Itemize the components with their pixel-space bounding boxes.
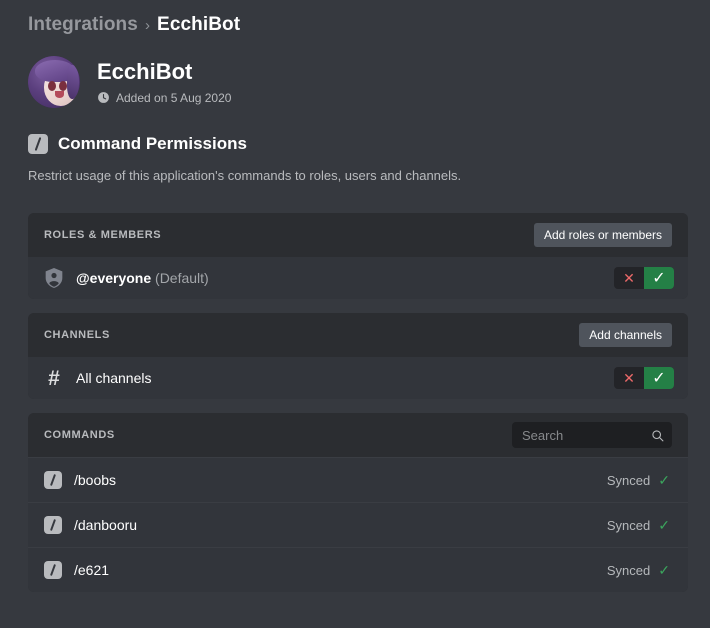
command-permissions-heading: Command Permissions [28,134,688,154]
sync-status-text: Synced [606,562,651,578]
permission-toggle[interactable]: ✕ ✓ [614,367,674,389]
app-name: EcchiBot [97,59,193,85]
roles-members-panel: ROLES & MEMBERS Add roles or members @ev… [28,213,688,299]
list-item[interactable]: /boobs Synced ✓ [28,457,688,502]
command-name: /e621 [74,562,110,578]
app-header: EcchiBot Added on 5 Aug 2020 [28,56,688,108]
slash-command-icon [44,471,62,489]
added-date-text: Added on 5 Aug 2020 [116,90,232,105]
search-icon[interactable] [651,428,664,443]
role-name: @everyone (Default) [76,270,209,286]
commands-panel-header: COMMANDS [28,413,688,457]
check-icon: ✓ [658,517,670,533]
command-name: /danbooru [74,517,138,533]
status-badge: Synced ✓ [607,563,670,578]
bot-avatar [28,56,80,108]
integration-settings-page: Integrations › EcchiBot EcchiBot Added o… [0,0,710,592]
add-roles-or-members-button[interactable]: Add roles or members [533,223,672,247]
command-name: /boobs [74,472,117,488]
table-row[interactable]: # All channels ✕ ✓ [28,357,688,399]
section-description: Restrict usage of this application's com… [28,168,462,183]
page-title: Command Permissions [58,134,247,153]
commands-panel: COMMANDS /boobs Synced ✓ /danb [28,413,688,592]
roles-panel-label: ROLES & MEMBERS [44,229,162,241]
chevron-right-icon: › [144,16,151,34]
allow-button[interactable]: ✓ [644,367,674,389]
status-badge: Synced ✓ [607,473,670,488]
slash-command-icon [44,561,62,579]
slash-command-icon [28,134,48,154]
clock-icon [98,92,109,104]
channels-panel-label: CHANNELS [44,329,110,341]
breadcrumb-integrations-link[interactable]: Integrations [28,14,138,36]
list-item[interactable]: /danbooru Synced ✓ [28,502,688,547]
sync-status-text: Synced [606,517,651,533]
allow-button[interactable]: ✓ [644,267,674,289]
breadcrumb-current: EcchiBot [157,14,241,35]
check-icon: ✓ [658,562,670,578]
check-icon: ✓ [658,472,670,488]
roles-panel-header: ROLES & MEMBERS Add roles or members [28,213,688,257]
channels-panel-header: CHANNELS Add channels [28,313,688,357]
list-item[interactable]: /e621 Synced ✓ [28,547,688,592]
table-row[interactable]: @everyone (Default) ✕ ✓ [28,257,688,299]
deny-button[interactable]: ✕ [614,367,644,389]
status-badge: Synced ✓ [607,518,670,533]
permission-toggle[interactable]: ✕ ✓ [614,267,674,289]
channel-name: All channels [76,370,152,386]
role-default-suffix: (Default) [155,270,209,286]
commands-panel-label: COMMANDS [44,429,115,441]
channels-panel: CHANNELS Add channels # All channels ✕ ✓ [28,313,688,399]
hash-icon: # [48,366,60,390]
slash-command-icon [44,516,62,534]
added-date: Added on 5 Aug 2020 [97,91,231,105]
add-channels-button[interactable]: Add channels [579,323,672,347]
command-search[interactable] [512,422,672,448]
shield-person-icon [45,268,63,288]
search-input[interactable] [522,427,645,443]
breadcrumb: Integrations › EcchiBot [28,14,688,36]
deny-button[interactable]: ✕ [614,267,644,289]
role-name-text: @everyone [76,270,152,286]
sync-status-text: Synced [606,472,651,488]
